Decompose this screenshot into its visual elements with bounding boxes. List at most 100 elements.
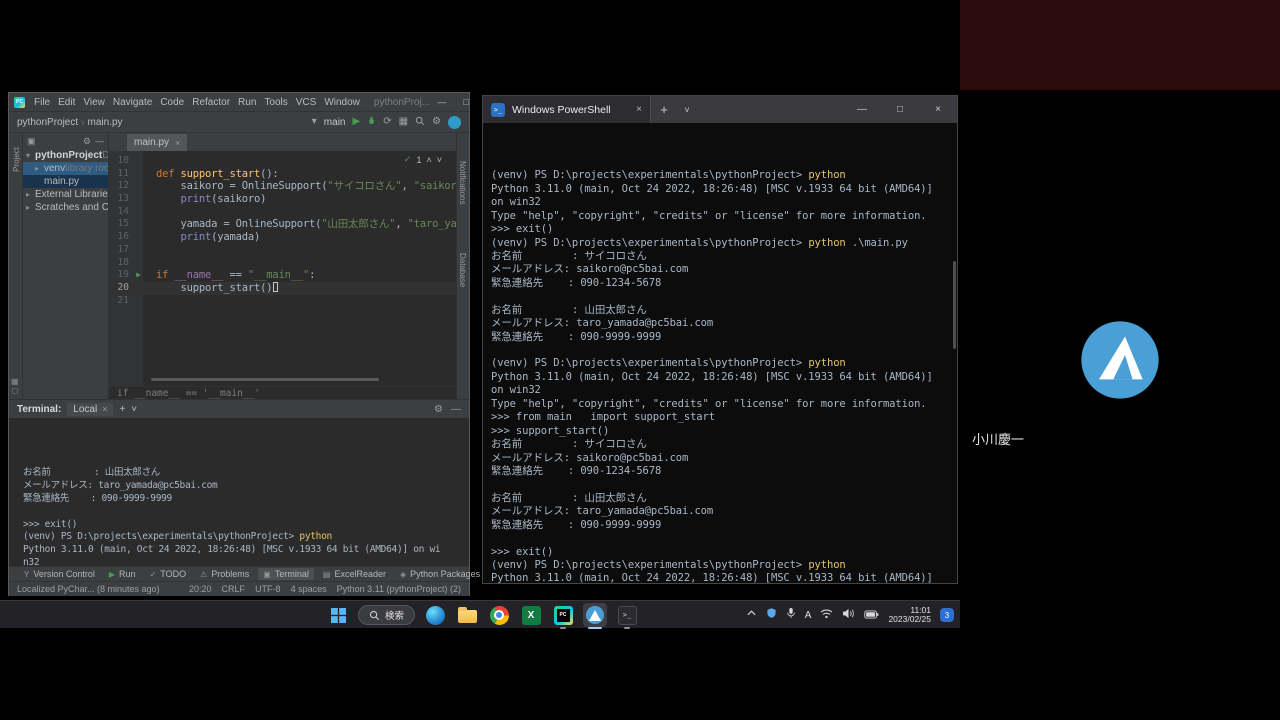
code-line[interactable]: 11 ▶ def support_start(): <box>109 168 456 181</box>
more-actions-icon[interactable]: ▦ <box>399 117 408 127</box>
tree-item[interactable]: ▸ venv library root <box>23 162 108 175</box>
maximize-button[interactable]: □ <box>881 96 919 123</box>
network-tray-icon[interactable] <box>820 606 833 624</box>
tab-close-icon[interactable]: × <box>636 104 642 115</box>
taskbar-chrome-icon[interactable] <box>487 603 511 627</box>
pycharm-titlebar[interactable]: PC FileEditViewNavigateCodeRefactorRunTo… <box>9 93 469 112</box>
menu-item[interactable]: View <box>79 97 109 108</box>
code-line[interactable]: 12 ▶ saikoro = OnlineSupport("サイコロさん", "… <box>109 180 456 193</box>
vertical-scrollbar[interactable] <box>953 261 956 349</box>
taskbar-pycharm-icon[interactable]: PC <box>551 603 575 627</box>
security-tray-icon[interactable] <box>766 606 777 624</box>
code-line[interactable]: 16 ▶ print(yamada) <box>109 231 456 244</box>
tool-window-tab[interactable]: ✓ TODO <box>145 568 192 580</box>
debug-button[interactable] <box>367 116 376 128</box>
tool-window-tab[interactable]: ▤ ExcelReader <box>318 568 391 580</box>
code-line[interactable]: 17 ▶ <box>109 244 456 257</box>
breadcrumb-project[interactable]: pythonProject <box>17 117 78 128</box>
status-widget[interactable]: UTF-8 <box>255 584 281 594</box>
minimize-button[interactable]: — <box>430 93 454 111</box>
taskbar-terminal-icon[interactable]: >_ <box>615 603 639 627</box>
taskbar-pc5bai-icon[interactable] <box>583 603 607 627</box>
avatar[interactable] <box>448 116 461 129</box>
next-issue-icon[interactable]: ˅ <box>437 155 442 165</box>
close-button[interactable]: × <box>919 96 957 123</box>
menu-item[interactable]: Code <box>156 97 188 108</box>
tree-expand-icon[interactable]: ▾ <box>26 151 35 160</box>
menu-item[interactable]: Run <box>234 97 260 108</box>
database-tool-tab[interactable]: Database <box>458 253 467 287</box>
refresh-icon[interactable]: ⟳ <box>383 117 391 127</box>
terminal-tab-local[interactable]: Local × <box>67 403 113 416</box>
tool-window-tab[interactable]: ⚠ Problems <box>195 568 254 580</box>
tree-item[interactable]: ▸ Scratches and Consoles <box>23 201 108 214</box>
powershell-tab[interactable]: >_ Windows PowerShell × <box>483 96 651 123</box>
left-strip-icons[interactable]: ▦◻ <box>11 377 19 395</box>
taskbar-excel-icon[interactable]: X <box>519 603 543 627</box>
tree-item[interactable]: ▸ External Libraries <box>23 188 108 201</box>
settings-gear-icon[interactable]: ⚙ <box>432 117 441 127</box>
tool-window-tab[interactable]: Y Version Control <box>19 568 100 580</box>
volume-tray-icon[interactable] <box>842 606 855 624</box>
taskbar-explorer-icon[interactable] <box>455 603 479 627</box>
battery-tray-icon[interactable] <box>864 606 879 624</box>
menu-item[interactable]: Refactor <box>188 97 234 108</box>
tool-window-tab[interactable]: ◈ Python Packages <box>395 568 485 580</box>
tray-expand-button[interactable] <box>746 606 757 624</box>
tree-item[interactable]: main.py <box>23 175 108 188</box>
breadcrumb-file[interactable]: main.py <box>88 117 123 128</box>
menu-item[interactable]: VCS <box>292 97 321 108</box>
start-button[interactable] <box>326 603 350 627</box>
code-line[interactable]: 15 ▶ yamada = OnlineSupport("山田太郎さん", "t… <box>109 218 456 231</box>
code-line[interactable]: 20 ▶ support_start() <box>109 282 456 295</box>
tree-expand-icon[interactable]: ▸ <box>35 164 44 173</box>
minimize-button[interactable]: — <box>843 96 881 123</box>
new-tab-button[interactable]: + <box>651 102 677 117</box>
code-editor[interactable]: 10 ▶ 11 ▶ def suppo <box>109 151 456 399</box>
editor-tab-main-py[interactable]: main.py × <box>127 134 187 151</box>
search-everywhere-button[interactable] <box>415 116 425 129</box>
powershell-titlebar[interactable]: >_ Windows PowerShell × + ˅ — □ × <box>483 96 957 123</box>
tree-expand-icon[interactable]: ▸ <box>26 203 35 212</box>
code-line[interactable]: 21 ▶ <box>109 295 456 308</box>
project-tool-tab[interactable]: Project <box>12 147 21 172</box>
notifications-tool-tab[interactable]: Notifications <box>458 161 467 205</box>
status-widget[interactable]: Python 3.11 (pythonProject) (2) <box>337 584 461 594</box>
menu-item[interactable]: Tools <box>260 97 291 108</box>
tab-close-icon[interactable]: × <box>102 404 107 414</box>
maximize-button[interactable]: □ <box>454 93 478 111</box>
horizontal-scrollbar[interactable] <box>151 378 379 381</box>
tab-dropdown-icon[interactable]: ˅ <box>677 105 697 115</box>
terminal-settings-icon[interactable]: ⚙ <box>434 404 443 415</box>
terminal-output[interactable]: お名前 : 山田太郎さんメールアドレス: taro_yamada@pc5bai.… <box>9 418 469 566</box>
run-config-selector[interactable]: main <box>324 117 346 128</box>
vcs-status-text[interactable]: Localized PyChar... (8 minutes ago) <box>17 584 160 594</box>
prev-issue-icon[interactable]: ˄ <box>426 155 431 165</box>
taskbar-clock[interactable]: 11:01 2023/02/25 <box>888 606 931 625</box>
tool-window-tab[interactable]: ▣ Terminal <box>258 568 314 580</box>
powershell-output[interactable]: (venv) PS D:\projects\experimentals\pyth… <box>483 123 957 583</box>
run-button[interactable]: ▶ <box>352 117 360 127</box>
inspection-widget[interactable]: ✓ 1 ˄ ˅ <box>404 154 442 165</box>
taskbar-edge-icon[interactable] <box>423 603 447 627</box>
code-line[interactable]: 14 ▶ <box>109 206 456 219</box>
chevron-down-icon[interactable]: ▾ <box>312 117 317 127</box>
code-line[interactable]: 13 ▶ print(saikoro) <box>109 193 456 206</box>
run-line-icon[interactable]: ▶ <box>136 270 141 280</box>
locate-file-icon[interactable]: ▣ <box>27 136 36 147</box>
tree-item[interactable]: ▾ pythonProject D:\projects\experimental… <box>23 149 108 162</box>
microphone-tray-icon[interactable] <box>786 606 796 624</box>
status-widget[interactable]: 20:20 <box>189 584 212 594</box>
menu-item[interactable]: File <box>30 97 54 108</box>
terminal-hide-icon[interactable]: — <box>451 404 461 415</box>
code-line[interactable]: 18 ▶ <box>109 257 456 270</box>
menu-item[interactable]: Edit <box>54 97 79 108</box>
tab-close-icon[interactable]: × <box>175 138 180 148</box>
status-widget[interactable]: CRLF <box>222 584 246 594</box>
terminal-dropdown-icon[interactable]: ˅ <box>131 404 137 415</box>
ime-indicator[interactable]: A <box>805 610 812 621</box>
search-box[interactable]: 検索 <box>358 605 415 625</box>
code-line[interactable]: 19 ▶ if __name__ == "__main__": <box>109 269 456 282</box>
tree-expand-icon[interactable]: ▸ <box>26 190 35 199</box>
tool-window-tab[interactable]: ▶ Run <box>104 568 141 580</box>
